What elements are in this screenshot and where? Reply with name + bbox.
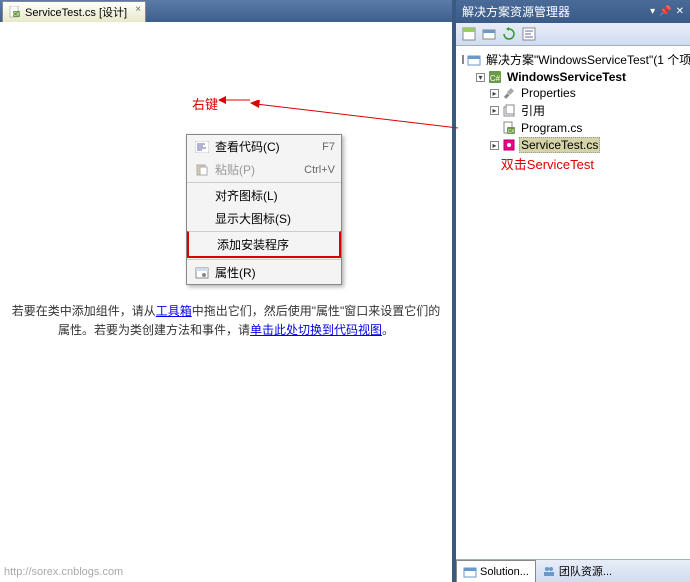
menu-label: 粘贴(P)	[215, 161, 304, 178]
solution-icon	[467, 53, 481, 67]
tree-servicetest-cs[interactable]: ▸ ServiceTest.cs	[458, 136, 688, 154]
tree-properties[interactable]: ▸ Properties	[458, 85, 688, 101]
tree-label: WindowsServiceTest	[505, 70, 628, 84]
toolbar-code-icon[interactable]	[520, 25, 538, 43]
link-code-view[interactable]: 单击此处切换到代码视图	[250, 323, 382, 337]
tree-label: Properties	[519, 86, 578, 100]
menu-hotkey: Ctrl+V	[304, 164, 335, 176]
component-icon	[502, 138, 516, 152]
tree-label: 解决方案"WindowsServiceTest"(1 个项目)	[484, 51, 690, 68]
csharp-file-icon: C#	[502, 121, 516, 135]
annotation-right-click: 右键	[192, 94, 218, 113]
menu-hotkey: F7	[322, 141, 335, 153]
csharp-file-icon: C#	[9, 6, 21, 18]
designer-surface[interactable]: 右键 查看代码(C) F7 粘贴(P) Ctrl+V	[0, 22, 452, 582]
properties-icon	[193, 265, 211, 281]
wrench-icon	[502, 86, 516, 100]
tab-label: ServiceTest.cs [设计]	[25, 4, 127, 20]
tab-label: Solution...	[480, 566, 529, 578]
tab-team-explorer[interactable]: 团队资源...	[536, 560, 618, 582]
toolbar-properties-icon[interactable]	[460, 25, 478, 43]
tree-project[interactable]: ▾ C# WindowsServiceTest	[458, 69, 688, 85]
expander-icon[interactable]: ▸	[490, 106, 499, 115]
dropdown-icon[interactable]: ▾	[650, 6, 655, 17]
menu-label: 显示大图标(S)	[215, 210, 335, 227]
context-menu: 查看代码(C) F7 粘贴(P) Ctrl+V 对齐图标(L) 显示大图标(S)	[186, 134, 342, 285]
menu-label: 对齐图标(L)	[215, 187, 335, 204]
svg-text:C#: C#	[508, 129, 515, 135]
panel-bottom-tabs: Solution... 团队资源...	[456, 559, 690, 582]
solution-tree: 解决方案"WindowsServiceTest"(1 个项目) ▾ C# Win…	[456, 46, 690, 559]
expander-icon[interactable]: ▸	[490, 141, 499, 150]
svg-text:C#: C#	[490, 74, 501, 83]
team-icon	[542, 564, 556, 578]
references-icon	[502, 104, 516, 118]
menu-properties[interactable]: 属性(R)	[187, 259, 341, 284]
toolbar-showall-icon[interactable]	[480, 25, 498, 43]
tree-references[interactable]: ▸ 引用	[458, 101, 688, 120]
expander-icon[interactable]: ▾	[476, 73, 485, 82]
watermark: http://sorex.cnblogs.com	[4, 566, 123, 578]
menu-label: 添加安装程序	[217, 236, 333, 253]
tree-label: ServiceTest.cs	[519, 137, 600, 153]
menu-view-code[interactable]: 查看代码(C) F7	[187, 135, 341, 158]
tree-solution[interactable]: 解决方案"WindowsServiceTest"(1 个项目)	[458, 50, 688, 69]
csharp-project-icon: C#	[488, 70, 502, 84]
paste-icon	[193, 162, 211, 178]
pin-icon[interactable]: 📌	[659, 6, 671, 17]
tab-servicetest-design[interactable]: C# ServiceTest.cs [设计] ×	[2, 1, 146, 22]
svg-text:C#: C#	[13, 12, 20, 18]
code-icon	[193, 139, 211, 155]
close-icon[interactable]: ×	[135, 4, 141, 15]
menu-show-large[interactable]: 显示大图标(S)	[187, 207, 341, 230]
menu-label: 属性(R)	[215, 264, 335, 281]
tab-solution-explorer[interactable]: Solution...	[456, 560, 536, 582]
menu-paste[interactable]: 粘贴(P) Ctrl+V	[187, 158, 341, 181]
tree-label: 引用	[519, 102, 547, 119]
designer-info-text: 若要在类中添加组件，请从工具箱中拖出它们，然后使用"属性"窗口来设置它们的属性。…	[6, 302, 446, 340]
expander-icon[interactable]	[462, 55, 464, 64]
tab-bar: C# ServiceTest.cs [设计] ×	[0, 0, 452, 22]
panel-title-text: 解决方案资源管理器	[462, 3, 570, 20]
menu-label: 查看代码(C)	[215, 138, 322, 155]
link-toolbox[interactable]: 工具箱	[156, 304, 192, 318]
panel-title: 解决方案资源管理器 ▾ 📌 ✕	[456, 0, 690, 23]
toolbar-refresh-icon[interactable]	[500, 25, 518, 43]
expander-icon[interactable]: ▸	[490, 89, 499, 98]
menu-align-icons[interactable]: 对齐图标(L)	[187, 182, 341, 207]
tree-program-cs[interactable]: C# Program.cs	[458, 120, 688, 136]
tree-label: Program.cs	[519, 121, 584, 135]
solution-icon	[463, 565, 477, 579]
annotation-double-click: 双击ServiceTest	[501, 154, 594, 173]
panel-toolbar	[456, 23, 690, 46]
tab-label: 团队资源...	[559, 563, 612, 579]
menu-add-installer[interactable]: 添加安装程序	[187, 231, 341, 258]
close-icon[interactable]: ✕	[676, 6, 684, 17]
